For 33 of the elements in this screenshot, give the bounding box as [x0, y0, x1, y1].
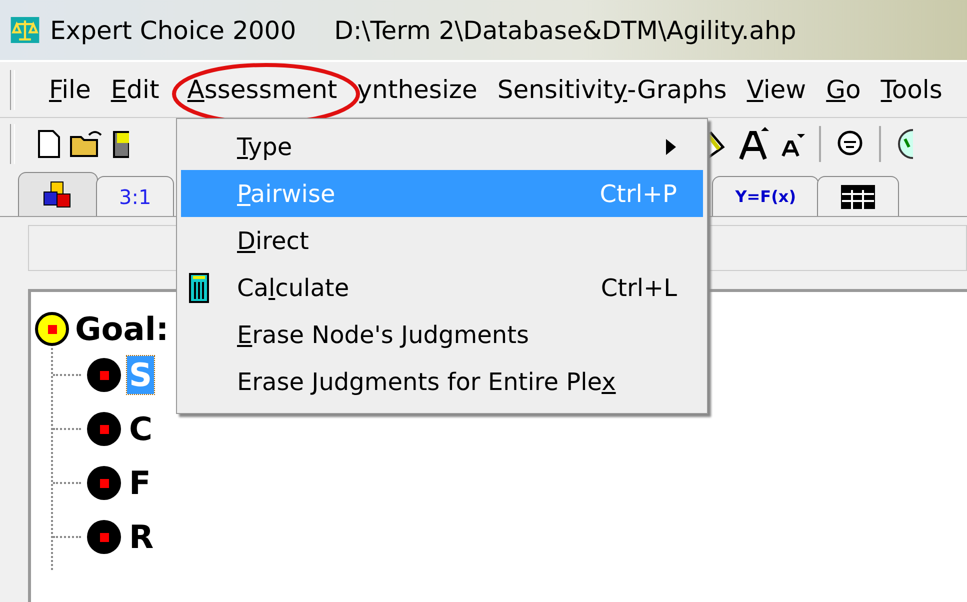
- tree-node-label[interactable]: Goal:: [75, 310, 169, 348]
- menu-item[interactable]: Calculate Ctrl+L: [181, 264, 703, 311]
- menu-item[interactable]: Tools: [870, 71, 952, 108]
- node-icon: [87, 520, 121, 554]
- table-icon: [840, 184, 876, 210]
- save-icon[interactable]: [113, 129, 129, 159]
- menu-item[interactable]: Sensitivity-Graphs: [487, 71, 737, 108]
- tab[interactable]: 3:1: [96, 176, 174, 216]
- tree-node-label[interactable]: C: [127, 410, 154, 448]
- scales-icon: [10, 17, 40, 43]
- menu-item[interactable]: View: [736, 71, 816, 108]
- tree-node-label[interactable]: R: [127, 518, 156, 556]
- cubes-tab[interactable]: [18, 172, 98, 216]
- menu-item[interactable]: Direct: [181, 217, 703, 264]
- menu-item[interactable]: Type: [181, 123, 703, 170]
- menu-item[interactable]: Erase Judgments for Entire Plex: [181, 358, 703, 405]
- tab[interactable]: Y=F(x): [712, 176, 820, 216]
- node-icon: [87, 412, 121, 446]
- menu-item[interactable]: ynthesize: [347, 71, 488, 108]
- node-icon: [87, 466, 121, 500]
- submenu-arrow-icon: [665, 138, 677, 156]
- menu-item[interactable]: Go: [816, 71, 871, 108]
- window-title: Expert Choice 2000: [50, 16, 296, 44]
- menu-item[interactable]: Erase Node's Judgments: [181, 311, 703, 358]
- grid-tab[interactable]: [817, 176, 900, 216]
- node-icon: [87, 358, 121, 392]
- menu-item[interactable]: File: [39, 71, 101, 108]
- file-path: D:\Term 2\Database&DTM\Agility.ahp: [334, 16, 796, 44]
- new-document-icon[interactable]: [37, 129, 61, 159]
- calculator-icon: [189, 272, 209, 302]
- menu-item[interactable]: Edit: [100, 71, 170, 108]
- tree-node-label[interactable]: F: [127, 464, 153, 502]
- goal-node-icon: [35, 312, 69, 346]
